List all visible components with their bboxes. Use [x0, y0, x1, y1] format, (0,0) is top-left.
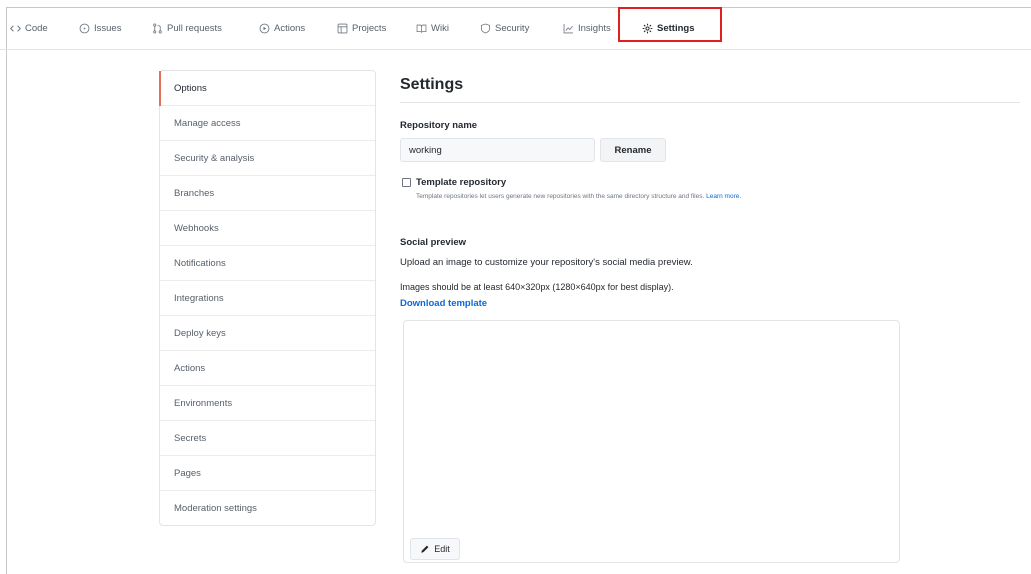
tab-label: Code	[25, 22, 48, 34]
sidebar-item-webhooks[interactable]: Webhooks	[160, 211, 375, 246]
settings-highlight-box	[618, 7, 722, 42]
sidebar-item-label: Webhooks	[174, 222, 219, 234]
social-preview-label: Social preview	[400, 237, 467, 248]
tab-code[interactable]: Code	[10, 20, 48, 36]
issue-icon	[79, 23, 90, 34]
sidebar-item-deploy-keys[interactable]: Deploy keys	[160, 316, 375, 351]
sidebar-item-notifications[interactable]: Notifications	[160, 246, 375, 281]
sidebar-item-label: Pages	[174, 467, 201, 479]
tab-label: Insights	[578, 22, 611, 34]
sidebar-item-label: Options	[174, 82, 207, 94]
tab-label: Actions	[274, 22, 306, 34]
shield-icon	[480, 23, 491, 34]
repo-name-input[interactable]	[400, 138, 595, 162]
book-icon	[416, 23, 427, 34]
play-icon	[259, 23, 270, 34]
sidebar-item-label: Branches	[174, 187, 215, 199]
repo-name-label: Repository name	[400, 120, 478, 131]
pull-request-icon	[152, 23, 163, 34]
settings-sidebar: Options Manage access Security & analysi…	[159, 70, 376, 526]
sidebar-item-label: Secrets	[174, 432, 207, 444]
template-repo-checkbox[interactable]	[402, 178, 411, 187]
sidebar-item-label: Manage access	[174, 117, 241, 129]
code-icon	[10, 23, 21, 34]
learn-more-link[interactable]: Learn more.	[706, 193, 741, 200]
sidebar-item-label: Security & analysis	[174, 152, 255, 164]
sidebar-item-label: Actions	[174, 362, 206, 374]
repo-nav: Code Issues Pull requests Actions Projec…	[0, 0, 1031, 50]
template-note-text: Template repositories let users generate…	[416, 193, 705, 200]
rename-button[interactable]: Rename	[600, 138, 666, 162]
sidebar-item-actions[interactable]: Actions	[160, 351, 375, 386]
sidebar-item-pages[interactable]: Pages	[160, 456, 375, 491]
pencil-icon	[421, 545, 429, 553]
tab-wiki[interactable]: Wiki	[416, 20, 449, 36]
sidebar-item-label: Environments	[174, 397, 233, 409]
sidebar-item-integrations[interactable]: Integrations	[160, 281, 375, 316]
edit-label: Edit	[434, 544, 450, 554]
sidebar-item-environments[interactable]: Environments	[160, 386, 375, 421]
sidebar-item-manage-access[interactable]: Manage access	[160, 106, 375, 141]
graph-icon	[563, 23, 574, 34]
sidebar-item-label: Deploy keys	[174, 327, 226, 339]
sidebar-item-security-analysis[interactable]: Security & analysis	[160, 141, 375, 176]
sidebar-item-options[interactable]: Options	[159, 71, 375, 106]
tab-label: Wiki	[431, 22, 449, 34]
tab-security[interactable]: Security	[480, 20, 529, 36]
tab-projects[interactable]: Projects	[337, 20, 386, 36]
template-repo-label: Template repository	[416, 177, 507, 188]
sidebar-item-label: Moderation settings	[174, 503, 257, 514]
sidebar-item-label: Integrations	[174, 292, 224, 304]
tab-label: Security	[495, 22, 530, 34]
social-preview-image-area: Edit	[403, 320, 900, 563]
tab-pull-requests[interactable]: Pull requests	[152, 20, 222, 36]
tab-issues[interactable]: Issues	[79, 20, 121, 36]
sidebar-item-branches[interactable]: Branches	[160, 176, 375, 211]
download-template-link[interactable]: Download template	[400, 298, 487, 309]
title-divider	[400, 102, 1020, 103]
template-repo-note: Template repositories let users generate…	[416, 193, 741, 200]
page-title: Settings	[400, 76, 464, 93]
tab-actions[interactable]: Actions	[259, 20, 305, 36]
tab-label: Projects	[352, 22, 387, 34]
project-icon	[337, 23, 348, 34]
edit-button[interactable]: Edit	[410, 538, 460, 560]
sidebar-item-label: Notifications	[174, 257, 226, 269]
sidebar-item-secrets[interactable]: Secrets	[160, 421, 375, 456]
social-preview-description: Upload an image to customize your reposi…	[400, 257, 693, 268]
sidebar-item-moderation-settings[interactable]: Moderation settings	[160, 491, 375, 526]
tab-label: Issues	[94, 22, 122, 34]
tab-insights[interactable]: Insights	[563, 20, 611, 36]
image-size-note: Images should be at least 640×320px (128…	[400, 282, 674, 292]
tab-label: Pull requests	[167, 22, 222, 34]
